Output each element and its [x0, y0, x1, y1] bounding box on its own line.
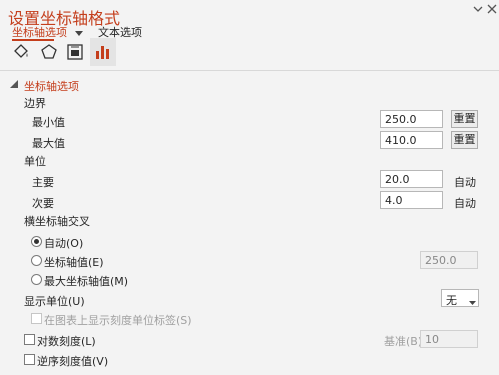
major-auto-label: 自动 [454, 176, 476, 189]
cross-max-radio[interactable] [31, 274, 42, 285]
tab-axis-options-label: 坐标轴选项 [12, 26, 67, 39]
axis-options-bar-chart-icon[interactable] [94, 43, 112, 61]
major-input[interactable]: 20.0 [380, 170, 443, 188]
tab-axis-options[interactable]: 坐标轴选项 [12, 24, 67, 41]
divider [0, 70, 499, 71]
size-properties-icon[interactable] [66, 43, 84, 61]
tab-bar: 坐标轴选项 文本选项 [12, 24, 142, 41]
cross-heading: 横坐标轴交叉 [24, 215, 90, 228]
reverse-order-label[interactable]: 逆序刻度值(V) [37, 353, 108, 369]
cross-axis-value-radio[interactable] [31, 255, 42, 266]
minor-label: 次要 [32, 197, 54, 210]
minimum-label: 最小值 [32, 116, 65, 129]
tab-active-underline [12, 39, 54, 41]
cross-axis-value-input[interactable]: 250.0 [420, 251, 478, 269]
cross-max-label[interactable]: 最大坐标轴值(M) [44, 273, 128, 289]
log-base-label: 基准(B) [384, 335, 423, 348]
reverse-order-checkbox[interactable] [24, 354, 35, 365]
minor-auto-label: 自动 [454, 197, 476, 210]
section-title[interactable]: 坐标轴选项 [24, 78, 79, 94]
display-units-select[interactable]: 无 [441, 289, 479, 307]
bounds-heading: 边界 [24, 97, 46, 110]
units-heading: 单位 [24, 155, 46, 168]
chevron-down-icon [469, 296, 476, 309]
maximum-label: 最大值 [32, 137, 65, 150]
show-units-label-checkbox[interactable] [31, 313, 42, 324]
close-icon[interactable] [487, 4, 497, 17]
chevron-down-icon[interactable] [473, 4, 483, 17]
maximum-reset-button[interactable]: 重置 [451, 131, 478, 149]
display-units-label: 显示单位(U) [24, 295, 85, 308]
minimum-input[interactable]: 250.0 [380, 110, 443, 128]
log-scale-checkbox[interactable] [24, 334, 35, 345]
cross-auto-radio[interactable] [31, 236, 42, 247]
minor-input[interactable]: 4.0 [380, 191, 443, 209]
cross-axis-value-label[interactable]: 坐标轴值(E) [44, 254, 104, 270]
show-units-label-text: 在图表上显示刻度单位标签(S) [44, 314, 192, 327]
fill-line-icon[interactable] [12, 43, 30, 61]
tab-dropdown-icon[interactable] [74, 27, 83, 40]
log-scale-label[interactable]: 对数刻度(L) [37, 333, 96, 349]
minimum-reset-button[interactable]: 重置 [451, 110, 478, 128]
effects-pentagon-icon[interactable] [40, 43, 58, 61]
major-label: 主要 [32, 176, 54, 189]
log-base-input[interactable]: 10 [420, 330, 478, 348]
collapse-triangle-icon[interactable] [10, 80, 18, 91]
maximum-input[interactable]: 410.0 [380, 131, 443, 149]
display-units-value: 无 [446, 294, 457, 307]
cross-auto-label[interactable]: 自动(O) [44, 235, 83, 251]
